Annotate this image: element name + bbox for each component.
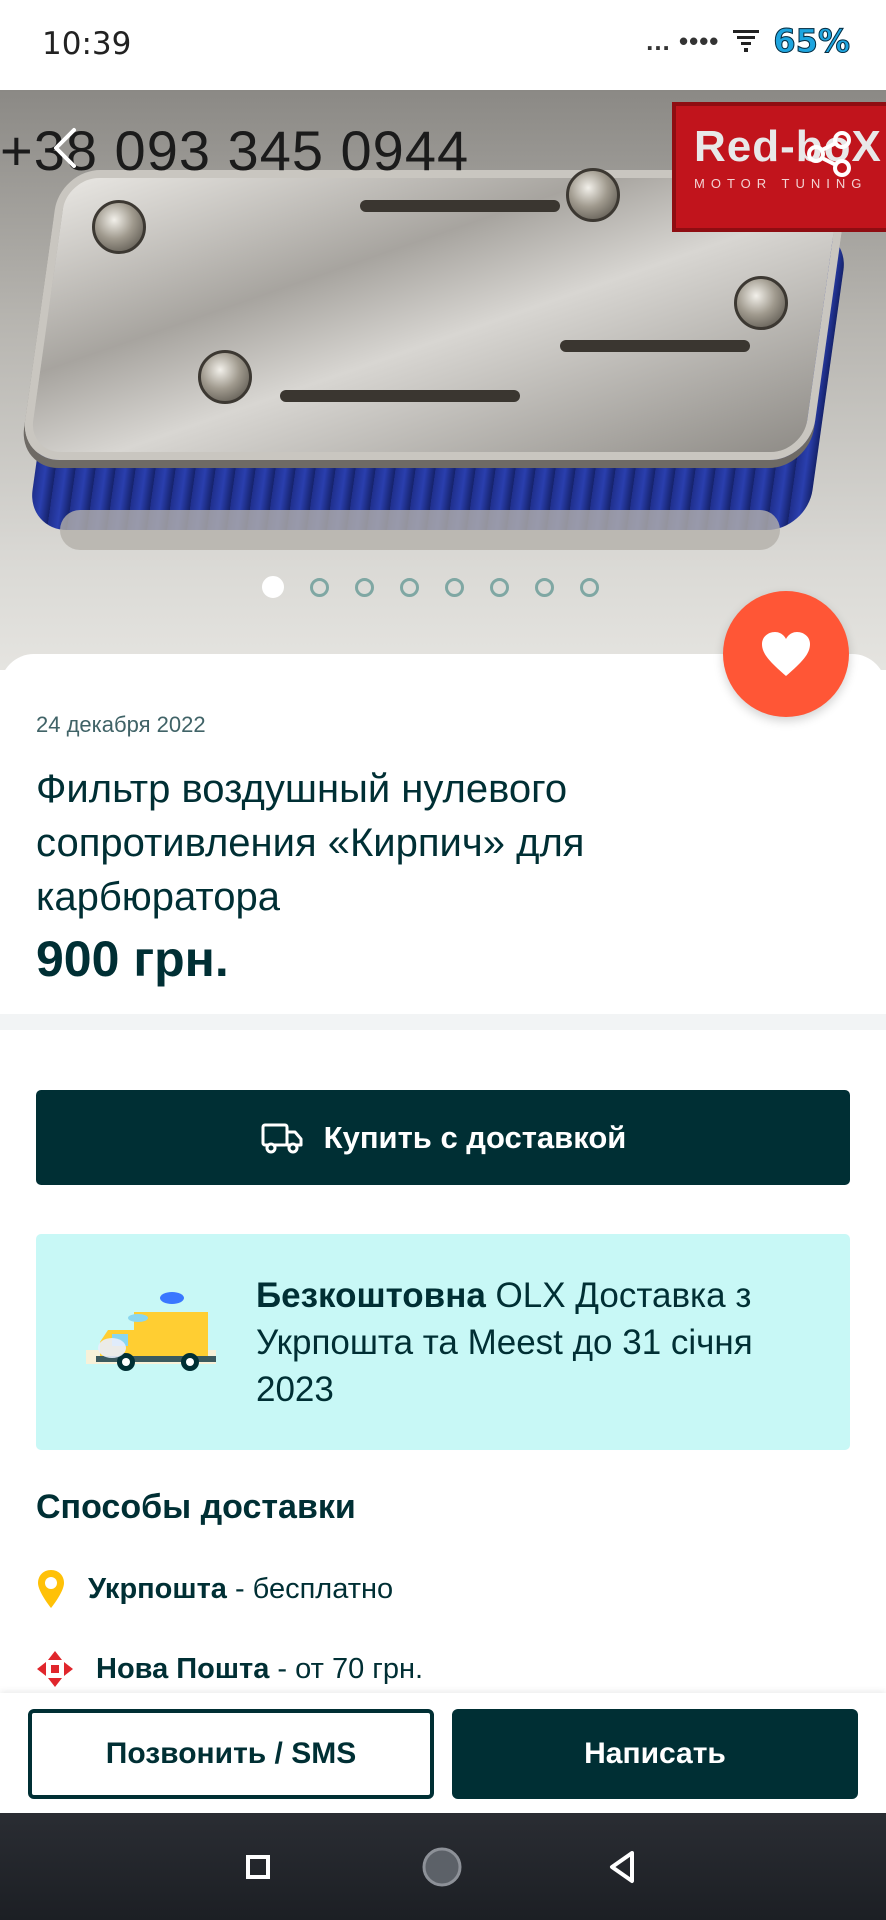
ukrposhta-pin-icon xyxy=(38,1570,64,1608)
product-image-gallery[interactable]: +38 093 345 0944 Red-boX MOTOR TUNING xyxy=(0,90,886,670)
product-photo-bolt xyxy=(734,276,788,330)
free-delivery-promo-banner[interactable]: Безкоштовна OLX Доставка з Укрпошта та M… xyxy=(36,1234,850,1450)
product-photo-bolt xyxy=(198,350,252,404)
delivery-method-name: Укрпошта xyxy=(88,1572,227,1605)
delivery-method-detail: - от 70 грн. xyxy=(269,1652,424,1685)
product-photo-bolt xyxy=(92,200,146,254)
product-photo-slot xyxy=(560,340,750,352)
delivery-method-name: Нова Пошта xyxy=(96,1652,270,1685)
back-arrow-icon[interactable] xyxy=(44,126,88,170)
listing-price: 900 грн. xyxy=(36,931,229,987)
buy-with-delivery-button[interactable]: Купить с доставкой xyxy=(36,1090,850,1185)
share-icon[interactable] xyxy=(806,130,854,178)
delivery-method-detail: - бесплатно xyxy=(226,1572,394,1605)
product-photo-slot xyxy=(280,390,520,402)
delivery-method-line: Укрпошта - бесплатно xyxy=(88,1573,393,1606)
pager-dot[interactable] xyxy=(580,577,599,597)
section-divider xyxy=(0,1014,886,1030)
listing-title: Фильтр воздушный нулевого сопротивления … xyxy=(36,767,585,919)
product-photo-filter-base xyxy=(60,510,780,550)
favorite-button[interactable] xyxy=(723,591,849,717)
brand-subtitle: MOTOR TUNING xyxy=(694,176,868,191)
delivery-method-ukrposhta: Укрпошта - бесплатно xyxy=(36,1568,393,1610)
wifi-icon xyxy=(733,30,760,52)
back-triangle-icon[interactable] xyxy=(600,1843,648,1891)
product-photo-bolt xyxy=(566,168,620,222)
call-sms-button[interactable]: Позвонить / SMS xyxy=(28,1709,434,1799)
heart-icon xyxy=(762,632,810,676)
pager-dot[interactable] xyxy=(490,577,509,597)
pager-dot[interactable] xyxy=(445,577,464,597)
delivery-method-line: Нова Пошта - от 70 грн. xyxy=(96,1653,423,1686)
delivery-van-illustration-icon xyxy=(86,1292,216,1371)
system-navigation-bar xyxy=(0,1813,886,1920)
status-time: 10:39 xyxy=(42,26,132,62)
pager-dot[interactable] xyxy=(355,577,374,597)
delivery-methods-heading: Способы доставки xyxy=(36,1488,356,1526)
promo-text: Безкоштовна OLX Доставка з Укрпошта та M… xyxy=(256,1272,826,1413)
promo-bold-text: Безкоштовна xyxy=(256,1276,486,1315)
brand-name: Red-boX xyxy=(694,122,882,171)
buy-with-delivery-label: Купить с доставкой xyxy=(323,1119,627,1155)
bottom-action-bar: Позвонить / SMS Написать xyxy=(0,1693,886,1813)
write-message-button[interactable]: Написать xyxy=(452,1709,858,1799)
battery-indicator: 65% xyxy=(773,22,851,61)
pager-dot[interactable] xyxy=(535,577,554,597)
pager-dot[interactable] xyxy=(310,577,329,597)
status-icons: ... •••• 65% xyxy=(646,22,851,61)
home-icon[interactable] xyxy=(418,1843,466,1891)
notification-dots: ... •••• xyxy=(646,25,720,56)
nova-poshta-icon xyxy=(37,1651,73,1687)
status-bar: 10:39 ... •••• 65% xyxy=(0,0,886,90)
gallery-pager xyxy=(262,576,599,598)
pager-dot[interactable] xyxy=(400,577,419,597)
pager-dot[interactable] xyxy=(262,576,284,598)
product-photo-slot xyxy=(360,200,560,212)
listing-date: 24 декабря 2022 xyxy=(36,712,206,737)
recent-apps-icon[interactable] xyxy=(234,1843,282,1891)
delivery-truck-icon xyxy=(261,1123,303,1153)
delivery-method-nova-poshta: Нова Пошта - от 70 грн. xyxy=(36,1650,423,1688)
